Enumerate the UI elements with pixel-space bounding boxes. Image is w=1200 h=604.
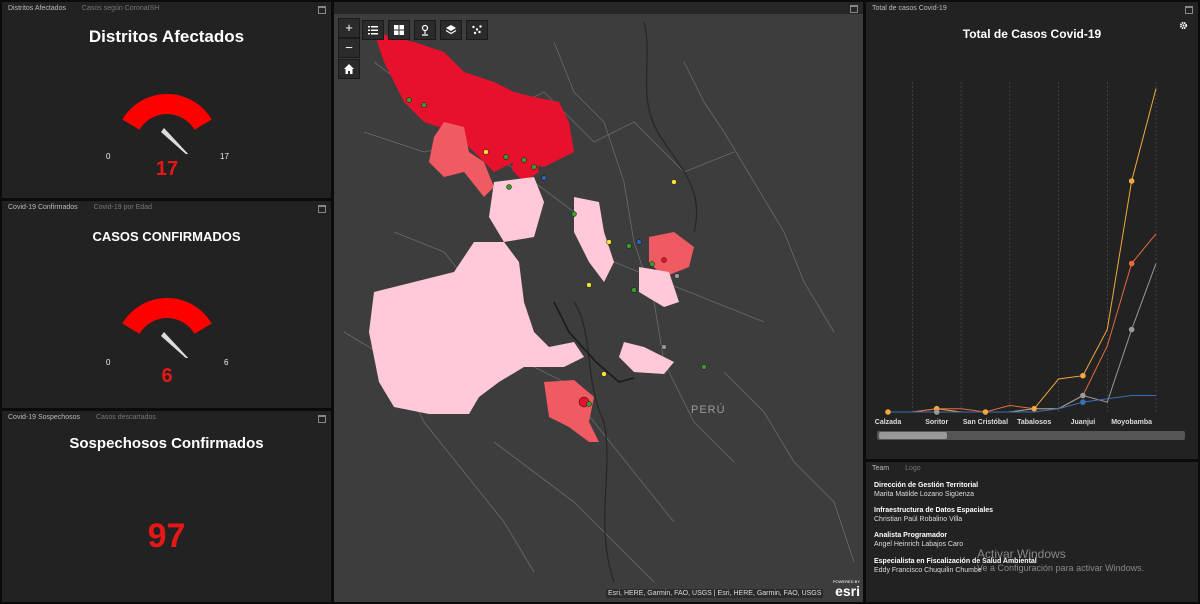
esri-wordmark: esri xyxy=(835,583,860,599)
districts-gauge-min: 0 xyxy=(106,152,111,161)
chart-series-line-2 xyxy=(888,263,1157,413)
list-icon xyxy=(368,26,378,35)
grid-icon xyxy=(394,25,404,35)
tab-discarded[interactable]: Casos descartados xyxy=(96,414,156,421)
chart-point[interactable] xyxy=(1128,260,1135,267)
tab-suspects[interactable]: Covid-19 Sospechosos xyxy=(8,414,80,421)
maximize-icon[interactable] xyxy=(850,5,858,13)
team-name-1: Marita Matilde Lozano Sigüenza xyxy=(874,491,975,498)
home-icon xyxy=(344,64,354,74)
map-region-medium-south xyxy=(544,380,599,442)
suspects-value: 97 xyxy=(147,517,186,555)
map-canvas[interactable] xyxy=(334,2,863,602)
chart-point[interactable] xyxy=(1080,392,1086,399)
team-role-1: Dirección de Gestión Territorial xyxy=(874,482,979,489)
maximize-icon[interactable] xyxy=(318,415,326,423)
tab-districts[interactable]: Distritos Afectados xyxy=(8,5,66,12)
suspects-tabs: Covid-19 Sospechosos Casos descartados xyxy=(8,414,170,421)
chart-point[interactable] xyxy=(982,409,989,415)
tab-team[interactable]: Team xyxy=(872,465,889,472)
line-chart xyxy=(885,82,1157,415)
confirmed-gauge-needle xyxy=(161,332,189,358)
suspects-panel: Covid-19 Sospechosos Casos descartados S… xyxy=(2,411,331,602)
analysis-button[interactable] xyxy=(466,20,488,40)
chart-scroll-thumb[interactable] xyxy=(879,432,947,439)
legend-button[interactable] xyxy=(362,20,384,40)
districts-gauge-max: 17 xyxy=(220,152,229,161)
map-region-low-center xyxy=(489,177,544,242)
team-name-4: Eddy Francisco Chuquilin Chumbe xyxy=(874,567,982,574)
home-button[interactable] xyxy=(338,59,360,79)
team-name-3: Angel Heinrich Labajos Caro xyxy=(874,541,964,548)
chart-point[interactable] xyxy=(1080,372,1086,379)
zoom-in-button[interactable]: + xyxy=(338,18,360,38)
chart-series-line-1 xyxy=(888,233,1157,413)
districts-gauge xyxy=(122,94,212,154)
districts-title: Distritos Afectados xyxy=(88,27,245,46)
suspects-title: Sospechosos Confirmados xyxy=(69,435,264,452)
map-attribution: Esri, HERE, Garmin, FAO, USGS | Esri, HE… xyxy=(606,589,824,598)
map-panel[interactable]: PERÚ + − Esri, HERE, Garmin, FAO, USGS |… xyxy=(334,2,863,602)
windows-watermark-title: Activar Windows xyxy=(977,547,1066,561)
chart-point[interactable] xyxy=(1128,326,1135,333)
maximize-icon[interactable] xyxy=(318,205,326,213)
chart-point[interactable] xyxy=(1080,399,1086,405)
districts-tabs: Distritos Afectados Casos según CoronaIS… xyxy=(8,5,173,12)
confirmed-tabs: Covid-19 Confirmados Covid-19 por Edad xyxy=(8,204,166,211)
tab-confirmed[interactable]: Covid-19 Confirmados xyxy=(8,204,78,211)
confirmed-panel: Covid-19 Confirmados Covid-19 por Edad C… xyxy=(2,201,331,408)
team-role-2: Infraestructura de Datos Espaciales xyxy=(874,507,994,514)
chart-point[interactable] xyxy=(933,409,940,415)
confirmed-gauge xyxy=(122,298,212,358)
chart-panel: Total de casos Covid-19 Total de Casos C… xyxy=(866,2,1198,459)
confirmed-gauge-value: 6 xyxy=(161,365,173,387)
maximize-icon[interactable] xyxy=(318,6,326,14)
chart-point[interactable] xyxy=(885,409,891,415)
map-country-label: PERÚ xyxy=(691,404,726,416)
layers-button[interactable] xyxy=(440,20,462,40)
tab-cases-coronaish[interactable]: Casos según CoronaISH xyxy=(82,5,159,12)
districts-gauge-arc xyxy=(122,94,212,130)
scatter-icon xyxy=(472,25,482,35)
esri-logo: POWERED BY esri xyxy=(824,579,860,598)
confirmed-gauge-arc xyxy=(122,298,212,334)
tab-logo[interactable]: Logo xyxy=(905,465,921,472)
layers-icon xyxy=(445,25,457,35)
confirmed-title: CASOS CONFIRMADOS xyxy=(92,229,241,244)
basemap-gallery-button[interactable] xyxy=(388,20,410,40)
confirmed-gauge-min: 0 xyxy=(106,358,111,367)
chart-x-label: Moyobamba xyxy=(1111,419,1153,426)
windows-watermark-subtitle: Ve a Configuración para activar Windows. xyxy=(977,563,1145,573)
team-tabs: Team Logo xyxy=(872,465,935,472)
tab-covid-by-age[interactable]: Covid-19 por Edad xyxy=(94,204,152,211)
map-region-high-north xyxy=(374,32,574,172)
zoom-out-button[interactable]: − xyxy=(338,38,360,58)
chart-point[interactable] xyxy=(1031,405,1037,412)
pin-icon xyxy=(421,24,429,36)
chart-point[interactable] xyxy=(1128,178,1135,184)
districts-panel: Distritos Afectados Casos según CoronaIS… xyxy=(2,2,331,198)
team-name-2: Christian Paúl Robalino Villa xyxy=(874,516,963,523)
chart-series-line-0 xyxy=(888,88,1157,413)
chart-scrollbar[interactable] xyxy=(877,431,1185,440)
locate-button[interactable] xyxy=(414,20,436,40)
districts-gauge-needle xyxy=(161,128,189,154)
confirmed-gauge-max: 6 xyxy=(224,358,229,367)
team-role-3: Analista Programador xyxy=(874,532,948,539)
districts-gauge-value: 17 xyxy=(155,158,179,180)
